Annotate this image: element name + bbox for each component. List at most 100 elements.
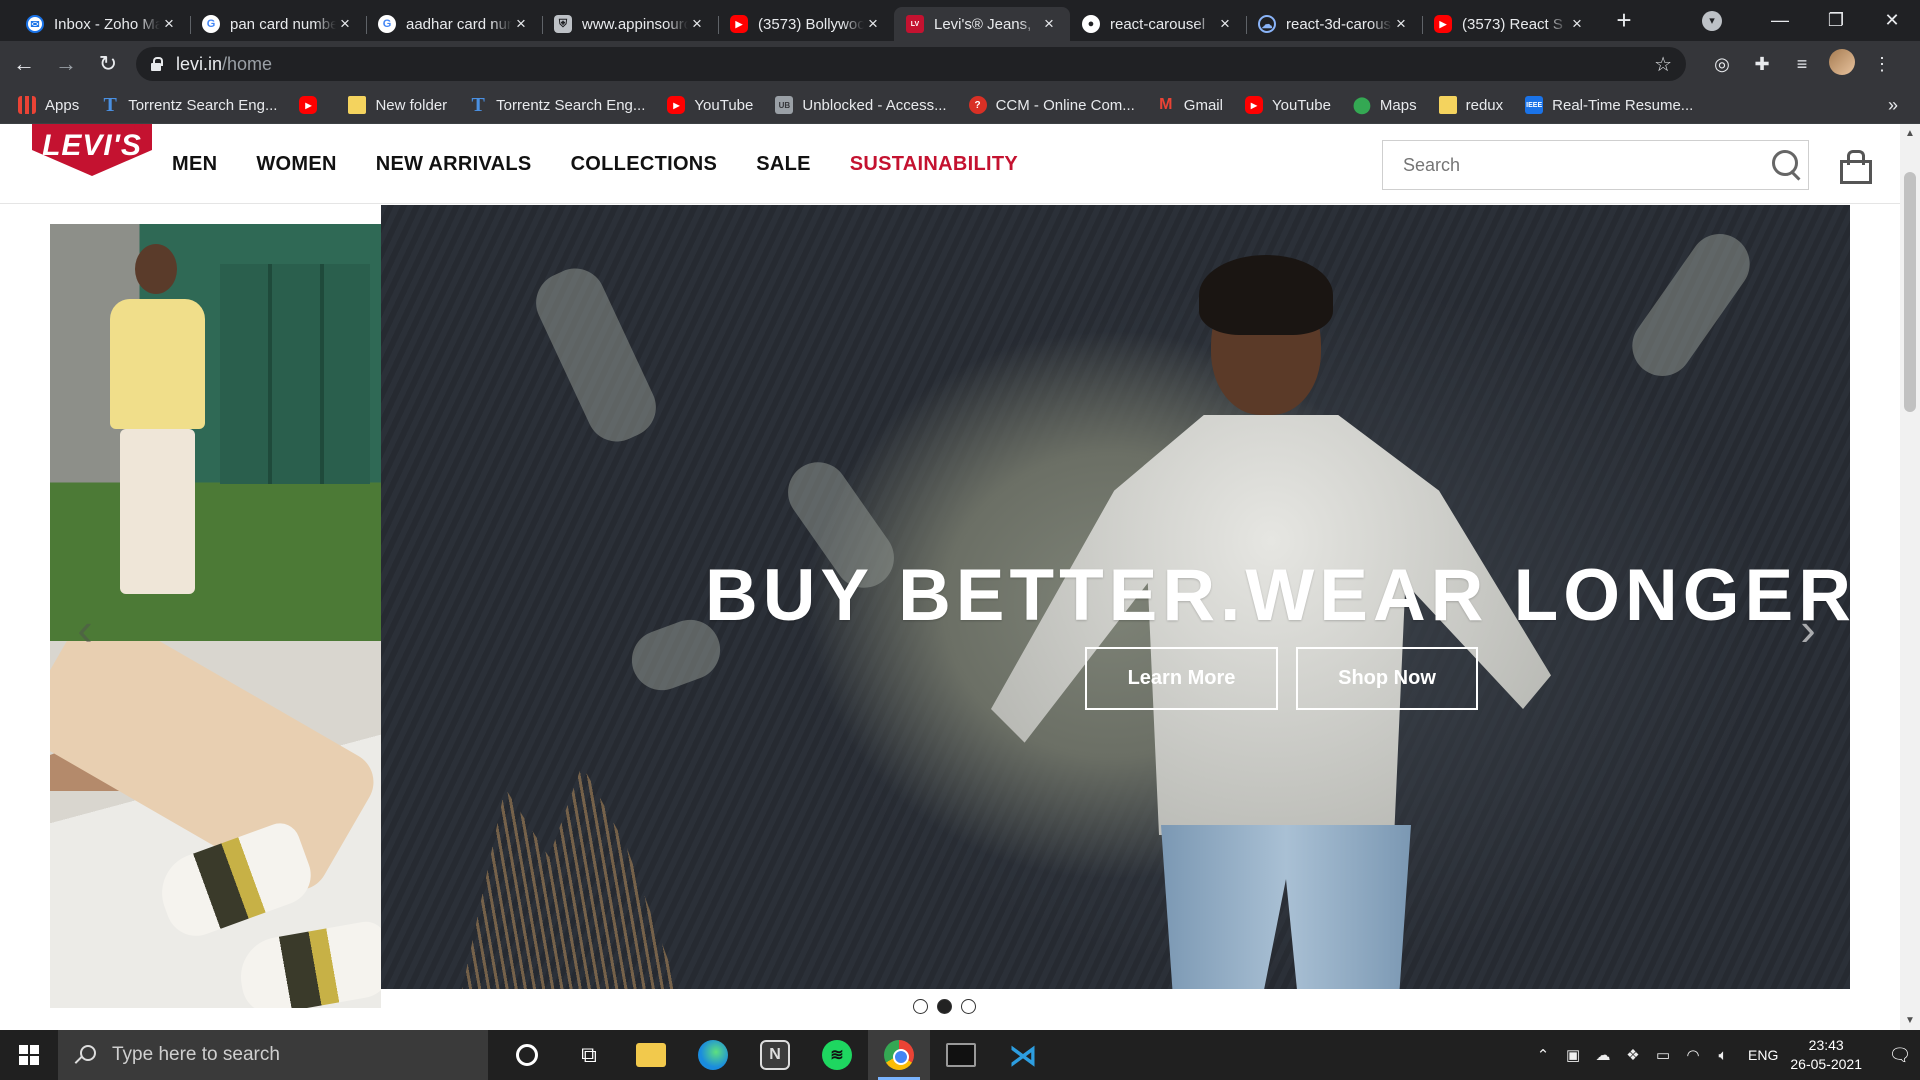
tab-close-icon[interactable]: × <box>512 14 530 34</box>
tab-close-icon[interactable]: × <box>1216 14 1234 34</box>
bookmark-item[interactable]: ▶ <box>299 96 326 114</box>
notifications-icon[interactable]: 🗨︎ <box>1880 1030 1920 1080</box>
bookmark-item[interactable]: T Torrentz Search Eng... <box>101 94 278 116</box>
bookmark-item[interactable]: Apps <box>18 96 79 114</box>
bookmarks-overflow-icon[interactable]: » <box>1888 95 1898 116</box>
scrollbar-thumb[interactable] <box>1904 172 1916 412</box>
meet-now-icon[interactable]: ▣ <box>1558 1046 1588 1064</box>
tab-close-icon[interactable]: × <box>1392 14 1410 34</box>
bookmark-star-icon[interactable]: ☆ <box>1654 52 1672 77</box>
taskbar-app-vscode[interactable]: ⋊ <box>992 1030 1054 1080</box>
browser-tab-active[interactable]: LV Levi's® Jeans, × <box>894 7 1070 41</box>
tab-close-icon[interactable]: × <box>1040 14 1058 34</box>
taskbar-app-notion[interactable]: N <box>744 1030 806 1080</box>
side-image-woman[interactable] <box>50 224 381 641</box>
minimize-icon[interactable]: — <box>1752 10 1808 31</box>
carousel-dot-1[interactable] <box>913 999 928 1014</box>
page-scrollbar[interactable]: ▲ ▼ <box>1900 124 1920 1030</box>
search-icon <box>74 1045 96 1065</box>
tab-close-icon[interactable]: × <box>864 14 882 34</box>
bookmark-item[interactable]: redux <box>1438 96 1503 114</box>
nav-men[interactable]: MEN <box>172 153 217 176</box>
youtube-icon: ▶ <box>730 15 748 33</box>
nav-sale[interactable]: SALE <box>756 153 811 176</box>
taskbar-app-chrome[interactable] <box>868 1030 930 1080</box>
bookmark-item[interactable]: ? CCM - Online Com... <box>968 96 1135 114</box>
carousel-dot-2[interactable] <box>937 999 952 1014</box>
battery-icon[interactable]: ▭ <box>1648 1046 1678 1064</box>
nav-women[interactable]: WOMEN <box>256 153 336 176</box>
bookmark-item[interactable]: ▶ YouTube <box>1244 96 1331 114</box>
bookmark-item[interactable]: UB Unblocked - Access... <box>775 96 947 114</box>
bookmark-item[interactable]: T Torrentz Search Eng... <box>469 94 645 116</box>
wifi-icon[interactable]: ◠ <box>1678 1046 1708 1064</box>
bookmark-item[interactable]: New folder <box>348 96 447 114</box>
tab-close-icon[interactable]: × <box>688 14 706 34</box>
ccm-icon: ? <box>968 96 987 114</box>
tab-close-icon[interactable]: × <box>160 14 178 34</box>
tab-close-icon[interactable]: × <box>1568 14 1586 34</box>
browser-tab[interactable]: ⛨ www.appinsource × <box>542 7 718 41</box>
carousel-next-arrow-icon[interactable]: › <box>1793 599 1823 659</box>
chevron-up-icon[interactable]: ⌃ <box>1528 1046 1558 1064</box>
browser-tab[interactable]: ▶ (3573) React S × <box>1422 7 1598 41</box>
bookmark-item[interactable]: ▶ YouTube <box>667 96 753 114</box>
folder-icon <box>636 1043 666 1067</box>
forward-arrow-icon[interactable]: → <box>48 46 84 82</box>
nav-sustainability[interactable]: SUSTAINABILITY <box>850 153 1018 176</box>
taskbar-app-edge[interactable] <box>682 1030 744 1080</box>
lock-icon[interactable] <box>150 57 163 71</box>
input-language[interactable]: ENG <box>1748 1047 1778 1063</box>
shop-now-button[interactable]: Shop Now <box>1296 647 1478 710</box>
search-icon[interactable] <box>1762 142 1808 188</box>
close-window-icon[interactable]: ✕ <box>1864 10 1920 31</box>
volume-icon[interactable]: 🔈︎ <box>1708 1047 1738 1064</box>
address-bar[interactable]: levi.in/home ☆ <box>136 47 1686 81</box>
scroll-down-arrow-icon[interactable]: ▼ <box>1900 1015 1920 1026</box>
browser-tab[interactable]: Gaadhar card number× <box>366 7 542 41</box>
tab-search-icon[interactable]: ▾ <box>1702 10 1722 31</box>
clock-date: 26-05-2021 <box>1790 1056 1862 1072</box>
restore-icon[interactable]: ❐ <box>1808 10 1864 31</box>
clock-time: 23:43 <box>1808 1037 1844 1053</box>
nav-collections[interactable]: COLLECTIONS <box>571 153 718 176</box>
browser-tab[interactable]: ☁ react-3d-carousel × <box>1246 7 1422 41</box>
taskbar-app-task-view[interactable]: ⧉ <box>558 1030 620 1080</box>
carousel-dots <box>913 999 985 1014</box>
clock[interactable]: 23:43 26-05-2021 <box>1790 1036 1862 1074</box>
browser-tab[interactable]: Gpan card number × <box>190 7 366 41</box>
browser-tab[interactable]: ✉ Inbox - Zoho Mail × <box>14 7 190 41</box>
extension-target-icon[interactable]: ◎ <box>1702 54 1742 75</box>
carousel-prev-arrow-icon[interactable]: ‹ <box>70 599 100 659</box>
scroll-up-arrow-icon[interactable]: ▲ <box>1900 128 1920 139</box>
browser-tab-strip: ✉ Inbox - Zoho Mail × Gpan card number × Gaad… <box>0 0 1920 41</box>
start-button[interactable] <box>0 1030 58 1080</box>
shopping-bag-icon[interactable] <box>1840 150 1872 184</box>
learn-more-button[interactable]: Learn More <box>1085 647 1278 710</box>
dropbox-icon[interactable]: ❖ <box>1618 1046 1648 1064</box>
back-arrow-icon[interactable]: ← <box>6 46 42 82</box>
search-input[interactable] <box>1383 142 1762 188</box>
side-image-sneakers[interactable] <box>50 641 381 1008</box>
new-tab-plus-icon[interactable]: + <box>1606 0 1642 41</box>
kebab-menu-icon[interactable]: ⋮ <box>1862 54 1902 75</box>
tab-close-icon[interactable]: × <box>336 14 354 34</box>
extensions-puzzle-icon[interactable]: ✚ <box>1742 54 1782 75</box>
carousel-dot-3[interactable] <box>961 999 976 1014</box>
media-queue-icon[interactable]: ≡ <box>1782 54 1822 75</box>
hero-banner[interactable]: BUY BETTER.WEAR LONGER. Learn More Shop … <box>381 205 1850 989</box>
profile-avatar[interactable] <box>1822 48 1862 80</box>
taskbar-app-terminal[interactable] <box>930 1030 992 1080</box>
browser-tab[interactable]: ▶ (3573) Bollywood × <box>718 7 894 41</box>
nav-new-arrivals[interactable]: NEW ARRIVALS <box>376 153 532 176</box>
bookmark-item[interactable]: IEEE Real-Time Resume... <box>1525 96 1693 114</box>
taskbar-app-cortana[interactable] <box>496 1030 558 1080</box>
bookmark-item[interactable]: ⬤ Maps <box>1353 96 1417 115</box>
bookmark-item[interactable]: M Gmail <box>1157 96 1223 114</box>
onedrive-cloud-icon[interactable]: ☁ <box>1588 1046 1618 1064</box>
taskbar-app-file-explorer[interactable] <box>620 1030 682 1080</box>
taskbar-search-box[interactable]: Type here to search <box>58 1030 488 1080</box>
reload-icon[interactable]: ↻ <box>90 46 126 82</box>
browser-tab[interactable]: ● react-carousel × <box>1070 7 1246 41</box>
taskbar-app-spotify[interactable]: ≋ <box>806 1030 868 1080</box>
